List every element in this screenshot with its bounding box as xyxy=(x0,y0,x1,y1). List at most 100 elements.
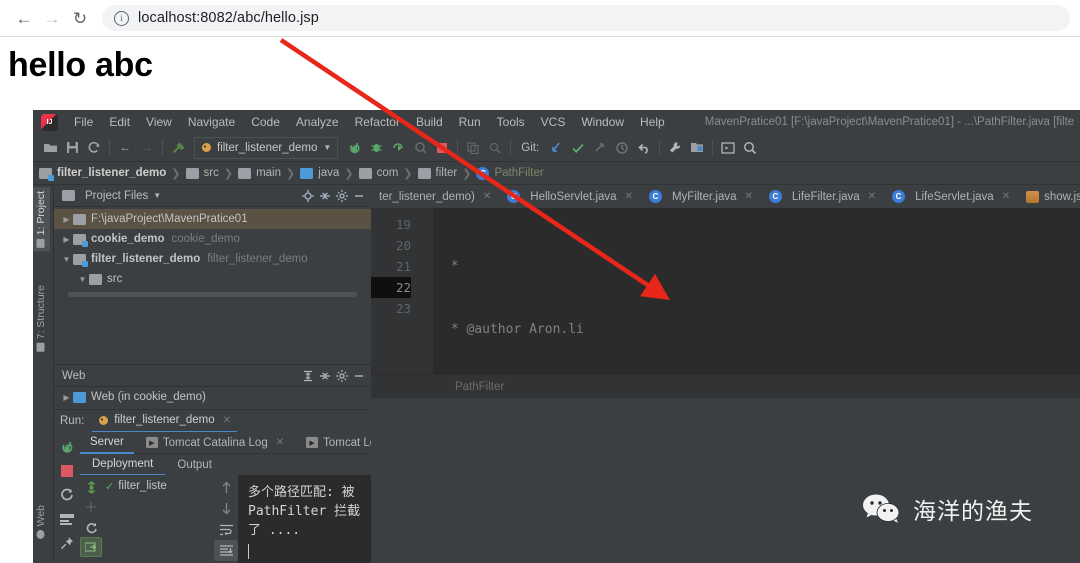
chevron-right-icon[interactable]: ▶ xyxy=(60,235,73,244)
menu-item-vcs[interactable]: VCS xyxy=(533,115,574,129)
tab-catalina-log[interactable]: ▶ Tomcat Catalina Log ✕ xyxy=(136,433,294,453)
down-arrow-icon[interactable] xyxy=(214,498,238,519)
menu-item-refactor[interactable]: Refactor xyxy=(347,115,408,129)
sync-icon[interactable] xyxy=(83,138,105,158)
breadcrumb-item-filter[interactable]: filter xyxy=(417,167,457,179)
vcs-revert-icon[interactable] xyxy=(633,138,655,158)
menu-item-tools[interactable]: Tools xyxy=(489,115,533,129)
chevron-down-icon[interactable]: ▼ xyxy=(323,143,331,152)
collapse-all-icon[interactable] xyxy=(316,188,333,204)
fold-gutter[interactable] xyxy=(419,208,433,374)
breadcrumb-item-src[interactable]: src xyxy=(185,167,219,179)
menu-item-build[interactable]: Build xyxy=(408,115,451,129)
close-icon[interactable]: ✕ xyxy=(745,191,753,202)
undeploy-icon[interactable] xyxy=(80,537,102,557)
info-circle-icon[interactable]: i xyxy=(114,10,129,26)
menu-item-view[interactable]: View xyxy=(138,115,180,129)
horizontal-scrollbar[interactable] xyxy=(68,292,357,297)
hammer-icon[interactable] xyxy=(167,138,189,158)
editor-tab-lifeservlet[interactable]: C LifeServlet.java ✕ xyxy=(884,185,1018,208)
menu-item-edit[interactable]: Edit xyxy=(101,115,138,129)
menu-item-file[interactable]: File xyxy=(66,115,101,129)
tab-localhost-log[interactable]: ▶ Tomcat Localhost Log ✕ xyxy=(296,433,371,453)
open-folder-icon[interactable] xyxy=(39,138,61,158)
locate-icon[interactable] xyxy=(299,188,316,204)
close-icon[interactable]: ✕ xyxy=(223,415,231,426)
scroll-end-icon[interactable] xyxy=(214,540,238,561)
breadcrumb-item-module[interactable]: filter_listener_demo xyxy=(39,167,166,181)
editor-tab-lifefilter[interactable]: C LifeFilter.java ✕ xyxy=(761,185,884,208)
tree-item[interactable]: ▶ F:\javaProject\MavenPratice01 xyxy=(54,209,371,229)
vcs-update-icon[interactable] xyxy=(545,138,567,158)
close-icon[interactable]: ✕ xyxy=(625,191,633,202)
hide-icon[interactable] xyxy=(350,368,367,384)
tab-deployment[interactable]: Deployment xyxy=(80,454,166,476)
reload-icon[interactable]: ↻ xyxy=(66,4,94,32)
tab-server[interactable]: Server xyxy=(80,432,134,454)
tree-item[interactable]: ▶ Web (in cookie_demo) xyxy=(54,387,371,407)
hide-icon[interactable] xyxy=(350,188,367,204)
editor-tab-helloservlet[interactable]: C HelloServlet.java ✕ xyxy=(499,185,641,208)
breadcrumb-item-com[interactable]: com xyxy=(358,167,398,179)
gear-icon[interactable] xyxy=(333,368,350,384)
collapse-all-icon[interactable] xyxy=(316,368,333,384)
tree-item[interactable]: ▶ cookie_demo cookie_demo xyxy=(54,229,371,249)
save-icon[interactable] xyxy=(61,138,83,158)
web-tree[interactable]: ▶ Web (in cookie_demo) xyxy=(54,387,371,409)
up-arrow-icon[interactable] xyxy=(214,477,238,498)
tool-window-button-project[interactable]: 1: Project xyxy=(33,187,50,252)
back-arrow-icon[interactable]: ← xyxy=(114,138,136,158)
back-icon[interactable]: ← xyxy=(10,4,38,32)
editor-tab-myfilter[interactable]: C MyFilter.java ✕ xyxy=(641,185,761,208)
chevron-down-icon[interactable]: ▼ xyxy=(76,275,89,284)
run-with-coverage-icon[interactable] xyxy=(387,138,409,158)
code-text[interactable]: * * @author Aron.li * @date 2021/3/5 0:5… xyxy=(433,208,1080,374)
gear-icon[interactable] xyxy=(333,188,350,204)
menu-item-navigate[interactable]: Navigate xyxy=(180,115,243,129)
chevron-down-icon[interactable]: ▼ xyxy=(60,255,73,264)
address-bar[interactable]: i localhost:8082/abc/hello.jsp xyxy=(102,5,1070,31)
stop-icon[interactable] xyxy=(54,459,80,483)
editor-tab-showjsp[interactable]: show.jsp xyxy=(1018,185,1080,208)
layout-icon[interactable] xyxy=(717,138,739,158)
tool-window-button-web[interactable]: Web xyxy=(33,501,50,542)
deploy-icon[interactable] xyxy=(80,477,102,497)
project-tree[interactable]: ▶ F:\javaProject\MavenPratice01 ▶ cookie… xyxy=(54,207,371,364)
run-icon[interactable] xyxy=(343,138,365,158)
wrench-icon[interactable] xyxy=(664,138,686,158)
console-output[interactable]: 多个路径匹配: 被 PathFilter 拦截了 .... xyxy=(238,475,371,563)
run-tab-config[interactable]: filter_listener_demo ✕ xyxy=(92,410,238,433)
tree-item[interactable]: ▼ filter_listener_demo filter_listener_d… xyxy=(54,249,371,269)
breadcrumb-item-java[interactable]: java xyxy=(300,167,339,179)
chevron-right-icon[interactable]: ▶ xyxy=(60,393,73,402)
editor-tab-module[interactable]: ter_listener_demo) ✕ xyxy=(371,185,499,208)
menu-item-run[interactable]: Run xyxy=(451,115,489,129)
menu-item-code[interactable]: Code xyxy=(243,115,288,129)
menu-item-help[interactable]: Help xyxy=(632,115,673,129)
code-editor[interactable]: 19 20 21 22 23 * * @author Aron.li * @da… xyxy=(371,208,1080,374)
deployment-item[interactable]: ✓ filter_liste xyxy=(102,477,214,495)
debug-icon[interactable] xyxy=(365,138,387,158)
redeploy-icon[interactable] xyxy=(80,517,102,537)
project-panel-title[interactable]: Project Files ▼ xyxy=(62,190,299,202)
close-icon[interactable]: ✕ xyxy=(483,191,491,202)
chevron-down-icon[interactable]: ▼ xyxy=(153,191,161,200)
close-icon[interactable]: ✕ xyxy=(276,437,284,448)
vcs-commit-icon[interactable] xyxy=(567,138,589,158)
rerun-icon[interactable] xyxy=(54,435,80,459)
breadcrumb-item-main[interactable]: main xyxy=(238,167,281,179)
close-icon[interactable]: ✕ xyxy=(1002,191,1010,202)
deployment-tree[interactable]: ✓ filter_liste xyxy=(102,475,214,563)
restart-icon[interactable] xyxy=(54,483,80,507)
project-structure-icon[interactable] xyxy=(686,138,708,158)
tool-window-button-structure[interactable]: 7: Structure xyxy=(33,281,50,355)
search-icon[interactable] xyxy=(739,138,761,158)
stop-icon[interactable] xyxy=(431,138,453,158)
menu-item-window[interactable]: Window xyxy=(573,115,632,129)
run-configuration-selector[interactable]: filter_listener_demo ▼ xyxy=(194,136,339,159)
console-icon[interactable] xyxy=(54,507,80,531)
breadcrumb-item-class[interactable]: C PathFilter xyxy=(476,166,544,180)
tree-item[interactable]: ▼ src xyxy=(54,269,371,289)
pin-icon[interactable] xyxy=(54,531,80,555)
expand-all-icon[interactable] xyxy=(299,368,316,384)
